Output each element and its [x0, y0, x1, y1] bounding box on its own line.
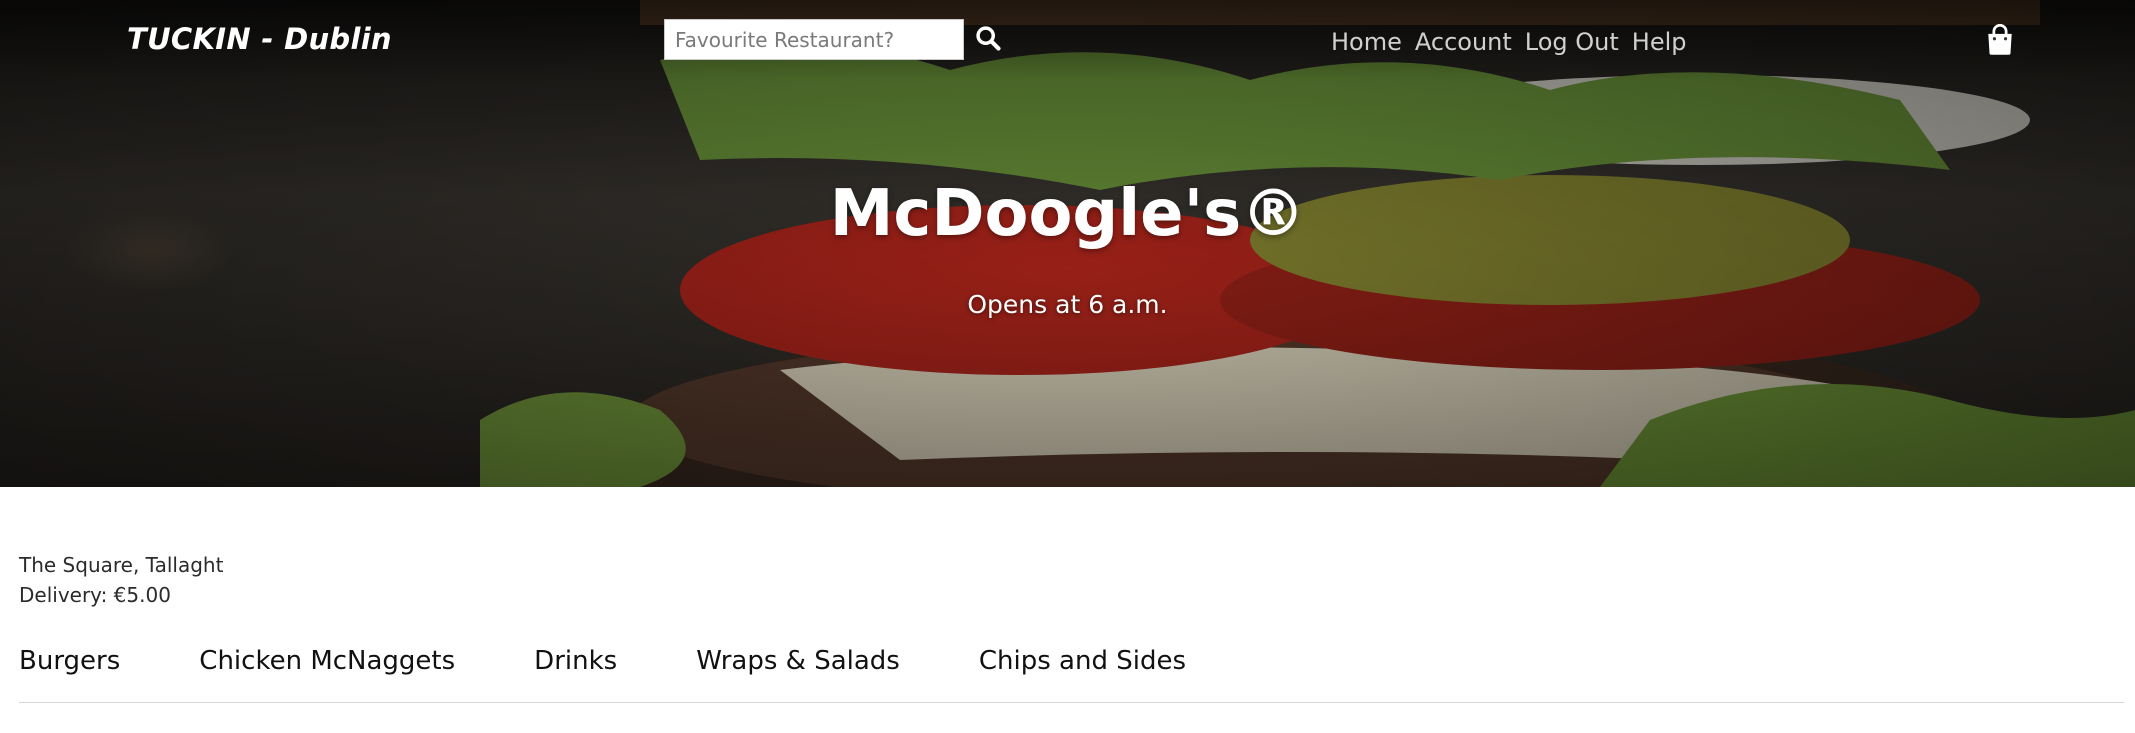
brand-logo[interactable]: TUCKIN - Dublin: [127, 22, 392, 56]
category-tab-chips-sides[interactable]: Chips and Sides: [979, 646, 1186, 676]
nav-help-link[interactable]: Help: [1632, 28, 1687, 56]
menu-category-tabs: Burgers Chicken McNaggets Drinks Wraps &…: [19, 646, 1265, 676]
restaurant-title: McDoogle's®: [829, 177, 1306, 251]
top-navbar: TUCKIN - Dublin Home Account Log Out Hel…: [0, 0, 2135, 84]
restaurant-search-input[interactable]: [664, 19, 964, 60]
nav-account-link[interactable]: Account: [1415, 28, 1512, 56]
delivery-fee: Delivery: €5.00: [19, 583, 171, 607]
shopping-bag-icon[interactable]: [1985, 24, 2015, 56]
delivery-amount: €5.00: [113, 583, 171, 607]
category-tab-chicken-mcnaggets[interactable]: Chicken McNaggets: [199, 646, 455, 676]
nav-home-link[interactable]: Home: [1331, 28, 1402, 56]
delivery-label: Delivery:: [19, 583, 108, 607]
opening-hours: Opens at 6 a.m.: [967, 290, 1168, 319]
hero-banner: TUCKIN - Dublin Home Account Log Out Hel…: [0, 0, 2135, 487]
category-tab-drinks[interactable]: Drinks: [534, 646, 617, 676]
category-divider: [19, 702, 2124, 703]
search-icon[interactable]: [974, 24, 1002, 52]
category-tab-burgers[interactable]: Burgers: [19, 646, 120, 676]
main-nav: Home Account Log Out Help: [1331, 28, 1687, 56]
nav-logout-link[interactable]: Log Out: [1525, 28, 1619, 56]
category-tab-wraps-salads[interactable]: Wraps & Salads: [696, 646, 900, 676]
restaurant-address: The Square, Tallaght: [19, 553, 224, 577]
